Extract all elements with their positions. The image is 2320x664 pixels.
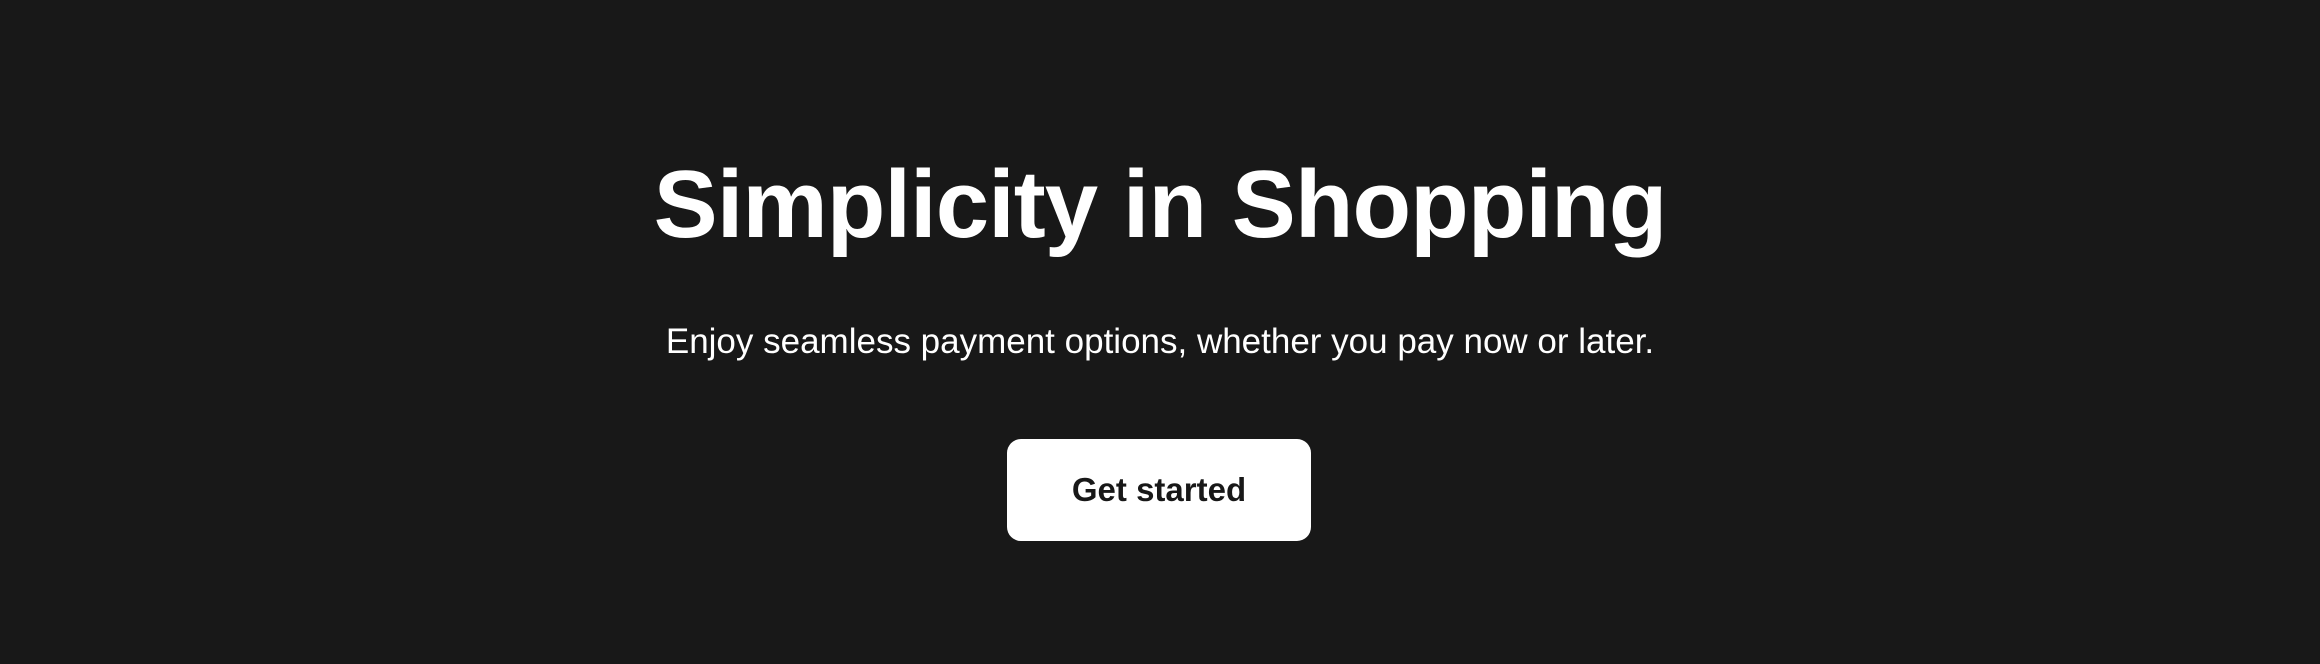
hero-section: Simplicity in Shopping Enjoy seamless pa… xyxy=(0,0,2320,664)
hero-subtitle: Enjoy seamless payment options, whether … xyxy=(665,322,1655,361)
hero-title: Simplicity in Shopping xyxy=(653,151,1668,258)
get-started-button[interactable]: Get started xyxy=(1007,439,1311,541)
